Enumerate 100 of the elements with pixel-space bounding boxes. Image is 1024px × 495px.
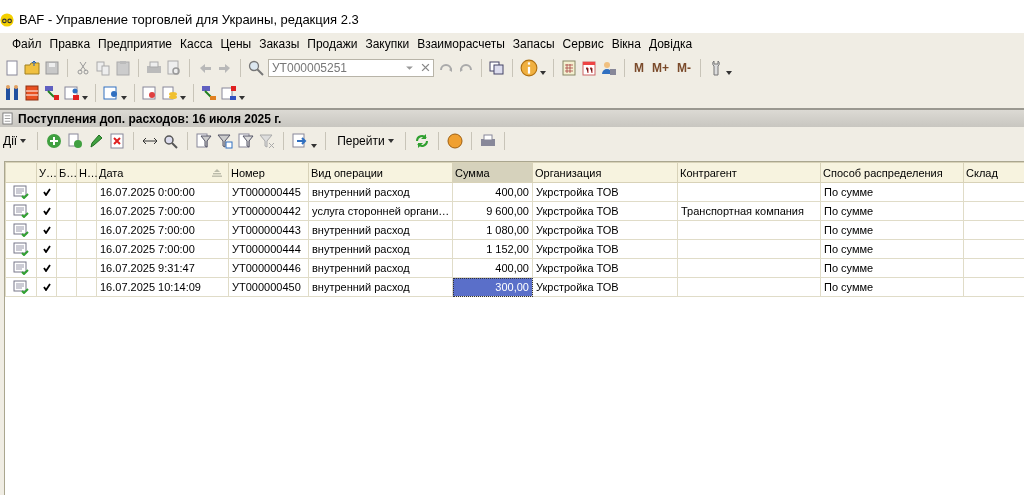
menu-item[interactable]: Вікна — [607, 37, 645, 51]
table-cell: По сумме — [820, 277, 964, 297]
people-icon[interactable] — [4, 84, 20, 101]
table-cell: Укрстройка ТОВ — [532, 258, 678, 278]
user-lock-icon[interactable] — [601, 59, 617, 76]
table-cell: По сумме — [820, 201, 964, 221]
filter-icon[interactable] — [217, 133, 234, 149]
actions-button[interactable]: Дії — [0, 134, 30, 148]
caret-icon[interactable] — [82, 95, 88, 100]
clear-icon[interactable] — [421, 63, 430, 72]
table-cell: По сумме — [820, 258, 964, 278]
column-header[interactable]: Организация — [532, 162, 678, 183]
add-icon[interactable] — [46, 133, 63, 149]
table-cell — [76, 258, 97, 278]
menu-item[interactable]: Сервис — [558, 37, 608, 51]
menu-item[interactable]: Файл — [8, 37, 46, 51]
table-cell: внутренний расход — [308, 220, 453, 240]
app-logo-icon — [0, 12, 14, 27]
export-icon[interactable] — [292, 133, 309, 149]
window-title: BAF - Управление торговлей для Украины, редакция 2.3 — [19, 12, 359, 27]
menu-item[interactable]: Правка — [45, 37, 95, 51]
column-header[interactable]: Способ распределения — [820, 162, 964, 183]
table-cell — [76, 277, 97, 297]
memory-button[interactable]: M+ — [650, 60, 671, 75]
table-cell: Укрстройка ТОВ — [532, 239, 678, 259]
calendar-icon[interactable] — [581, 59, 597, 76]
table-cell: Укрстройка ТОВ — [532, 277, 678, 297]
goto-button[interactable]: Перейти — [334, 134, 397, 148]
table-cell: Транспортная компания — [677, 201, 821, 221]
table-cell — [76, 239, 97, 259]
dropdown-icon[interactable] — [405, 63, 414, 72]
caret-icon — [20, 139, 27, 143]
caret-icon[interactable] — [239, 95, 245, 100]
document-check-icon — [13, 261, 29, 275]
table-cell: По сумме — [820, 182, 964, 202]
table-cell: внутренний расход — [308, 277, 453, 297]
table-cell: 1 080,00 — [452, 220, 533, 240]
search-icon[interactable] — [163, 133, 180, 149]
table-cell: По сумме — [820, 220, 964, 240]
print-preview-icon[interactable] — [166, 59, 182, 76]
table-cell: внутренний расход — [308, 182, 453, 202]
table-cell: 1 152,00 — [452, 239, 533, 259]
filter-icon[interactable] — [196, 133, 213, 149]
info-icon[interactable] — [520, 58, 538, 77]
document-arrow-icon[interactable] — [201, 84, 217, 101]
table-cell: 16.07.2025 10:14:09 — [96, 277, 229, 297]
menu-item[interactable]: Взаиморасчеты — [413, 37, 509, 51]
table-cell: УТ000000446 — [228, 258, 309, 278]
column-header[interactable]: Вид операции — [308, 162, 453, 183]
column-header[interactable]: Склад — [963, 162, 1024, 183]
column-header[interactable]: Б… — [56, 162, 77, 183]
caret-icon[interactable] — [311, 144, 318, 148]
table-cell: Укрстройка ТОВ — [532, 201, 678, 221]
column-header[interactable]: У… — [36, 162, 57, 183]
column-header[interactable]: Контрагент — [677, 162, 821, 183]
table-cell: 16.07.2025 7:00:00 — [96, 220, 229, 240]
printer-icon[interactable] — [479, 133, 496, 149]
refresh-icon[interactable] — [413, 133, 430, 149]
document-arrow-icon[interactable] — [44, 84, 60, 101]
table-cell: УТ000000443 — [228, 220, 309, 240]
table-cell: УТ000000444 — [228, 239, 309, 259]
menu-item[interactable]: Продажи — [303, 37, 362, 51]
document-people-icon[interactable] — [103, 84, 119, 101]
table-cell: 16.07.2025 0:00:00 — [96, 182, 229, 202]
table-cell: услуга сторонней органи… — [308, 201, 453, 221]
pencil-icon[interactable] — [88, 133, 105, 149]
menu-item[interactable]: Предприятие — [94, 37, 177, 51]
caret-icon[interactable] — [121, 95, 127, 100]
table-cell: 400,00 — [452, 258, 533, 278]
sort-icon — [212, 169, 222, 177]
search-icon[interactable] — [248, 59, 264, 76]
caret-icon[interactable] — [726, 70, 732, 75]
memory-button[interactable]: M — [632, 60, 646, 75]
column-header[interactable]: Н… — [76, 162, 97, 183]
caret-icon[interactable] — [540, 70, 546, 75]
table-cell: УТ000000445 — [228, 182, 309, 202]
menu-item[interactable]: Касса — [176, 37, 217, 51]
table-cell: Укрстройка ТОВ — [532, 220, 678, 240]
menu-item[interactable]: Довідка — [644, 37, 697, 51]
document-check-icon — [13, 223, 29, 237]
copy-add-icon[interactable] — [67, 133, 84, 149]
memory-button[interactable]: M- — [675, 60, 693, 75]
column-header[interactable]: Дата — [96, 162, 229, 183]
table-cell — [76, 201, 97, 221]
document-check-icon — [13, 242, 29, 256]
document-check-icon — [13, 204, 29, 218]
menu-item[interactable]: Заказы — [255, 37, 304, 51]
windows-icon[interactable] — [489, 59, 505, 76]
column-header[interactable]: Сумма — [452, 162, 533, 183]
menu-item[interactable]: Закупки — [361, 37, 414, 51]
table-cell: УТ000000450 — [228, 277, 309, 297]
search-field[interactable]: УТ000005251 — [268, 58, 434, 77]
menu-item[interactable]: Запасы — [508, 37, 559, 51]
filter-icon[interactable] — [238, 133, 255, 149]
column-header[interactable]: Номер — [228, 162, 309, 183]
delete-icon[interactable] — [109, 133, 126, 149]
caret-icon[interactable] — [180, 95, 186, 100]
cabinet-icon[interactable] — [24, 84, 40, 101]
folder-icon[interactable] — [24, 59, 40, 76]
menu-item[interactable]: Цены — [216, 37, 256, 51]
